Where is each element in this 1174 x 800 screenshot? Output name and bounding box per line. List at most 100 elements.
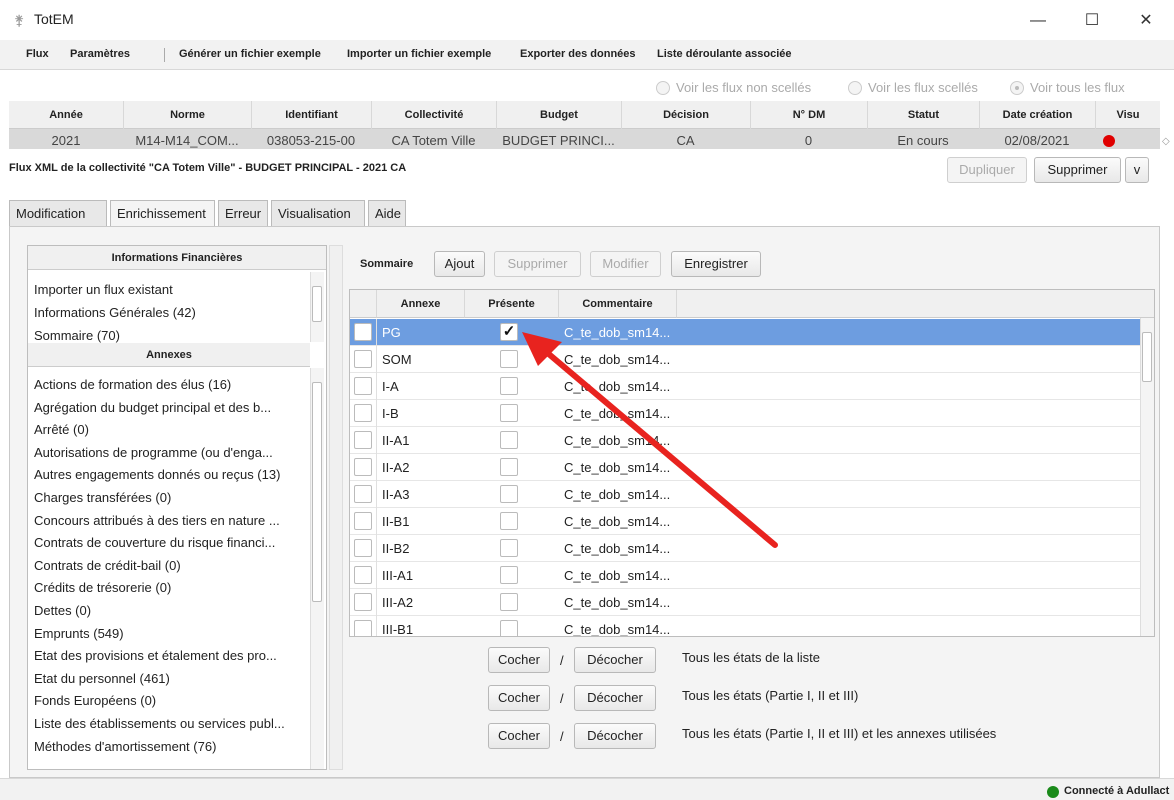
menu-dropdown-list[interactable]: Liste déroulante associée [657, 48, 792, 60]
radio-all[interactable]: Voir tous les flux [1010, 80, 1125, 95]
row-select-cell[interactable] [350, 535, 377, 562]
present-checkbox[interactable] [500, 593, 518, 611]
row-select-checkbox[interactable] [354, 458, 372, 476]
fin-scrollbar[interactable] [310, 272, 324, 342]
row-select-checkbox[interactable] [354, 485, 372, 503]
col-identifiant[interactable]: Identifiant [251, 101, 371, 129]
menu-parametres[interactable]: Paramètres [70, 48, 130, 60]
annex-item[interactable]: Etat du personnel (461) [34, 671, 314, 686]
annex-item[interactable]: Crédits de trésorerie (0) [34, 580, 314, 595]
annex-item[interactable]: Emprunts (549) [34, 626, 314, 641]
row-select-checkbox[interactable] [354, 323, 372, 341]
row-select-cell[interactable] [350, 508, 377, 535]
row-select-cell[interactable] [350, 373, 377, 400]
check-all-button[interactable]: Cocher [488, 685, 550, 711]
col-budget[interactable]: Budget [496, 101, 621, 129]
tab-aide[interactable]: Aide [368, 200, 406, 226]
annex-item[interactable]: Concours attribués à des tiers en nature… [34, 513, 314, 528]
fin-scroll-thumb[interactable] [312, 286, 322, 322]
present-checkbox[interactable] [500, 566, 518, 584]
row-select-cell[interactable] [350, 346, 377, 373]
annex-item[interactable]: Agrégation du budget principal et des b.… [34, 400, 314, 415]
annex-table-row[interactable]: III-A1 C_te_dob_sm14... [350, 562, 1140, 589]
delete-flux-button[interactable]: Supprimer [1034, 157, 1121, 183]
visu-status-icon[interactable] [1103, 135, 1115, 147]
annex-item[interactable]: Contrats de couverture du risque financi… [34, 535, 314, 550]
tab-enrichissement[interactable]: Enrichissement [110, 200, 215, 226]
flux-row[interactable]: 2021 M14-M14_COM... 038053-215-00 CA Tot… [9, 129, 1160, 149]
annex-scrollbar[interactable] [310, 368, 324, 769]
annex-item[interactable]: Arrêté (0) [34, 422, 314, 437]
col-collectivite[interactable]: Collectivité [371, 101, 496, 129]
col-visu[interactable]: Visu [1095, 101, 1160, 129]
radio-unsealed[interactable]: Voir les flux non scellés [656, 80, 811, 95]
row-select-checkbox[interactable] [354, 350, 372, 368]
annex-item[interactable]: Autres engagements donnés ou reçus (13) [34, 467, 314, 482]
annex-item[interactable]: Dettes (0) [34, 603, 314, 618]
maximize-button[interactable]: ☐ [1070, 8, 1114, 34]
annex-item[interactable]: Etat des provisions et étalement des pro… [34, 648, 314, 663]
remove-button[interactable]: Supprimer [494, 251, 581, 277]
row-select-cell[interactable] [350, 562, 377, 589]
col-decision[interactable]: Décision [621, 101, 750, 129]
more-button[interactable]: v [1125, 157, 1149, 183]
row-select-cell[interactable] [350, 427, 377, 454]
annex-item[interactable]: Fonds Européens (0) [34, 693, 314, 708]
annex-item[interactable]: Autorisations de programme (ou d'enga... [34, 445, 314, 460]
uncheck-all-button[interactable]: Décocher [574, 685, 656, 711]
col-num-dm[interactable]: N° DM [750, 101, 867, 129]
row-select-cell[interactable] [350, 454, 377, 481]
row-select-cell[interactable] [350, 589, 377, 616]
row-scroll-icon[interactable]: ◇ [1162, 136, 1170, 147]
col-date-creation[interactable]: Date création [979, 101, 1095, 129]
menu-generate-example[interactable]: Générer un fichier exemple [179, 48, 321, 60]
row-select-checkbox[interactable] [354, 431, 372, 449]
uncheck-all-button[interactable]: Décocher [574, 647, 656, 673]
row-select-checkbox[interactable] [354, 566, 372, 584]
check-all-button[interactable]: Cocher [488, 723, 550, 749]
save-button[interactable]: Enregistrer [671, 251, 761, 277]
menu-flux[interactable]: Flux [26, 48, 49, 60]
tab-modification[interactable]: Modification [9, 200, 107, 226]
check-all-button[interactable]: Cocher [488, 647, 550, 673]
radio-sealed[interactable]: Voir les flux scellés [848, 80, 978, 95]
present-checkbox[interactable] [500, 620, 518, 636]
col-annexe[interactable]: Annexe [377, 290, 465, 318]
annex-item[interactable]: Contrats de crédit-bail (0) [34, 558, 314, 573]
row-select-checkbox[interactable] [354, 593, 372, 611]
menu-export-data[interactable]: Exporter des données [520, 48, 636, 60]
row-select-cell[interactable] [350, 400, 377, 427]
annex-table-scroll-thumb[interactable] [1142, 332, 1152, 382]
fin-item-import[interactable]: Importer un flux existant [34, 282, 314, 297]
row-select-checkbox[interactable] [354, 512, 372, 530]
minimize-button[interactable]: — [1016, 8, 1060, 34]
col-presente[interactable]: Présente [465, 290, 559, 318]
row-select-checkbox[interactable] [354, 404, 372, 422]
annex-item[interactable]: Méthodes d'amortissement (76) [34, 739, 314, 754]
row-select-cell[interactable] [350, 319, 377, 346]
col-norme[interactable]: Norme [123, 101, 251, 129]
annex-table-row[interactable]: III-A2 C_te_dob_sm14... [350, 589, 1140, 616]
annex-item[interactable]: Liste des établissements ou services pub… [34, 716, 314, 731]
menu-import-example[interactable]: Importer un fichier exemple [347, 48, 491, 60]
annex-table-row[interactable]: III-B1 C_te_dob_sm14... [350, 616, 1140, 636]
col-statut[interactable]: Statut [867, 101, 979, 129]
close-button[interactable]: ✕ [1124, 8, 1168, 34]
uncheck-all-button[interactable]: Décocher [574, 723, 656, 749]
row-select-cell[interactable] [350, 481, 377, 508]
row-select-checkbox[interactable] [354, 377, 372, 395]
duplicate-button[interactable]: Dupliquer [947, 157, 1027, 183]
add-button[interactable]: Ajout [434, 251, 485, 277]
fin-item-summary[interactable]: Sommaire (70) [34, 328, 314, 343]
col-annee[interactable]: Année [9, 101, 123, 129]
row-select-checkbox[interactable] [354, 539, 372, 557]
row-select-cell[interactable] [350, 616, 377, 636]
col-commentaire[interactable]: Commentaire [559, 290, 677, 318]
annex-item[interactable]: Charges transférées (0) [34, 490, 314, 505]
annex-scroll-thumb[interactable] [312, 382, 322, 602]
tab-visualisation[interactable]: Visualisation [271, 200, 365, 226]
edit-button[interactable]: Modifier [590, 251, 661, 277]
annex-table-scrollbar[interactable] [1140, 318, 1154, 636]
row-select-checkbox[interactable] [354, 620, 372, 636]
fin-item-general[interactable]: Informations Générales (42) [34, 305, 314, 320]
